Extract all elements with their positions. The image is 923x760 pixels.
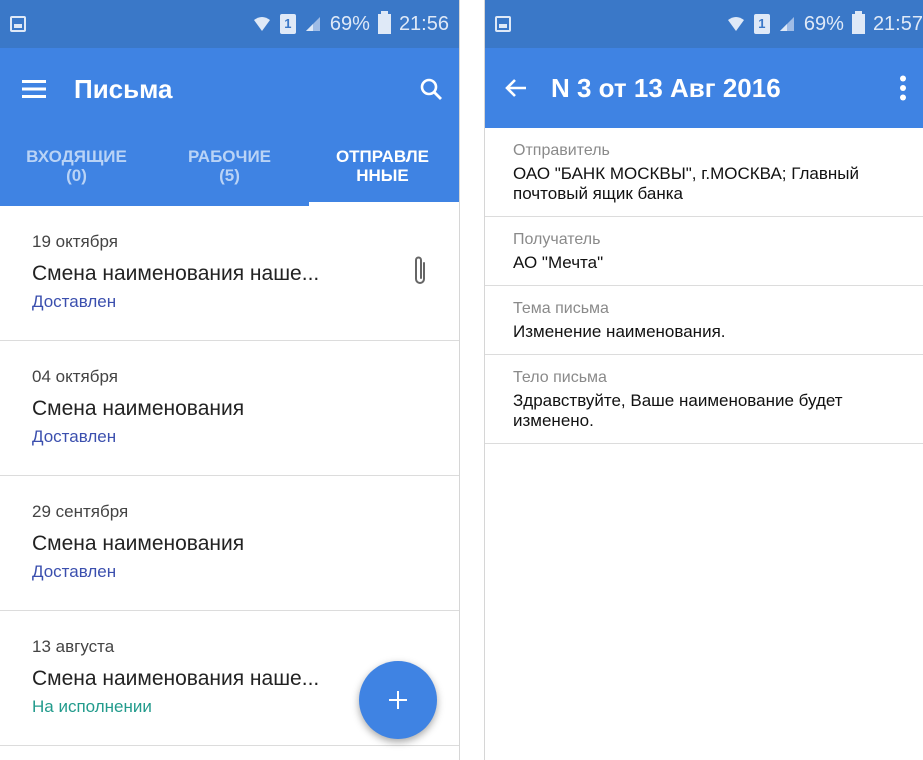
clock: 21:56 (398, 12, 449, 35)
screenshot-icon (10, 16, 26, 32)
letter-details: Отправитель ОАО "БАНК МОСКВЫ", г.МОСКВА;… (485, 128, 923, 444)
body-field: Тело письма Здравствуйте, Ваше наименова… (485, 355, 923, 444)
app-bar: N 3 от 13 Авг 2016 (485, 48, 923, 128)
sender-field: Отправитель ОАО "БАНК МОСКВЫ", г.МОСКВА;… (485, 128, 923, 217)
list-item[interactable]: 19 октября Смена наименования наше... До… (0, 206, 459, 341)
search-icon[interactable] (419, 77, 443, 101)
message-subject: Смена наименования (32, 532, 245, 555)
sim-icon: 1 (753, 14, 770, 34)
tab-inbox[interactable]: ВХОДЯЩИЕ (0) (0, 130, 153, 206)
message-status: Доставлен (32, 562, 117, 581)
message-date: 13 августа (32, 637, 115, 656)
list-item[interactable]: 29 сентября Смена наименования Доставлен (0, 476, 459, 611)
battery-icon (377, 11, 391, 34)
battery-percent: 69% (803, 12, 844, 35)
tab-sent[interactable]: ОТПРАВЛЕ ННЫЕ (306, 130, 459, 206)
message-subject: Смена наименования наше... (32, 262, 320, 285)
status-bar: 1 69% 21:56 (0, 0, 459, 48)
field-value: Изменение наименования. (513, 322, 726, 341)
back-arrow-icon[interactable] (505, 78, 527, 98)
battery-percent: 69% (329, 12, 370, 35)
field-value: АО "Мечта" (513, 253, 604, 272)
page-title: Письма (74, 73, 173, 104)
message-date: 29 сентября (32, 502, 129, 521)
clock: 21:57 (872, 12, 923, 35)
message-subject: Смена наименования наше... (32, 667, 320, 690)
folder-tabs: ВХОДЯЩИЕ (0) РАБОЧИЕ (5) ОТПРАВЛЕ ННЫЕ (0, 130, 459, 206)
page-title: N 3 от 13 Авг 2016 (551, 72, 781, 103)
field-value: ОАО "БАНК МОСКВЫ", г.МОСКВА; Главный поч… (513, 164, 859, 203)
field-label: Тело письма (513, 369, 607, 386)
field-label: Тема письма (513, 300, 609, 317)
app-bar: Письма (0, 48, 459, 130)
attachment-icon (415, 256, 425, 284)
screenshot-icon (495, 16, 511, 32)
wifi-icon (727, 17, 744, 31)
message-date: 04 октября (32, 367, 118, 386)
tab-inbox-label: ВХОДЯЩИЕ (26, 147, 127, 166)
screen-divider (461, 0, 484, 760)
list-item[interactable]: 04 октября Смена наименования Доставлен (0, 341, 459, 476)
more-vert-icon[interactable] (899, 75, 907, 101)
tab-sent-label-line2: ННЫЕ (356, 166, 409, 185)
sim-icon: 1 (279, 14, 296, 34)
add-icon (389, 691, 407, 709)
battery-icon (851, 11, 865, 34)
letters-list-screen: 1 69% 21:56 Письма ВХОДЯЩИЕ (0) РАБОЧИЕ … (0, 0, 460, 760)
field-label: Отправитель (513, 142, 610, 159)
tab-working[interactable]: РАБОЧИЕ (5) (153, 130, 306, 206)
field-value: Здравствуйте, Ваше наименование будет из… (513, 391, 843, 430)
tab-working-label: РАБОЧИЕ (187, 147, 272, 166)
tab-inbox-count: (0) (66, 166, 87, 185)
wifi-icon (253, 17, 270, 31)
letter-detail-screen: 1 69% 21:57 N 3 от 13 Авг 2016 Отправите… (484, 0, 923, 760)
tab-sent-label-line1: ОТПРАВЛЕ (335, 147, 430, 166)
tab-working-count: (5) (219, 166, 240, 185)
message-status: Доставлен (32, 427, 117, 446)
menu-icon[interactable] (22, 79, 46, 99)
field-label: Получатель (513, 231, 601, 248)
subject-field: Тема письма Изменение наименования. (485, 286, 923, 355)
compose-button[interactable] (359, 661, 437, 739)
message-subject: Смена наименования (32, 397, 245, 420)
message-status: Доставлен (32, 292, 117, 311)
signal-icon (305, 17, 320, 31)
recipient-field: Получатель АО "Мечта" (485, 217, 923, 286)
status-bar: 1 69% 21:57 (485, 0, 923, 48)
signal-icon (779, 17, 794, 31)
message-date: 19 октября (32, 232, 118, 251)
